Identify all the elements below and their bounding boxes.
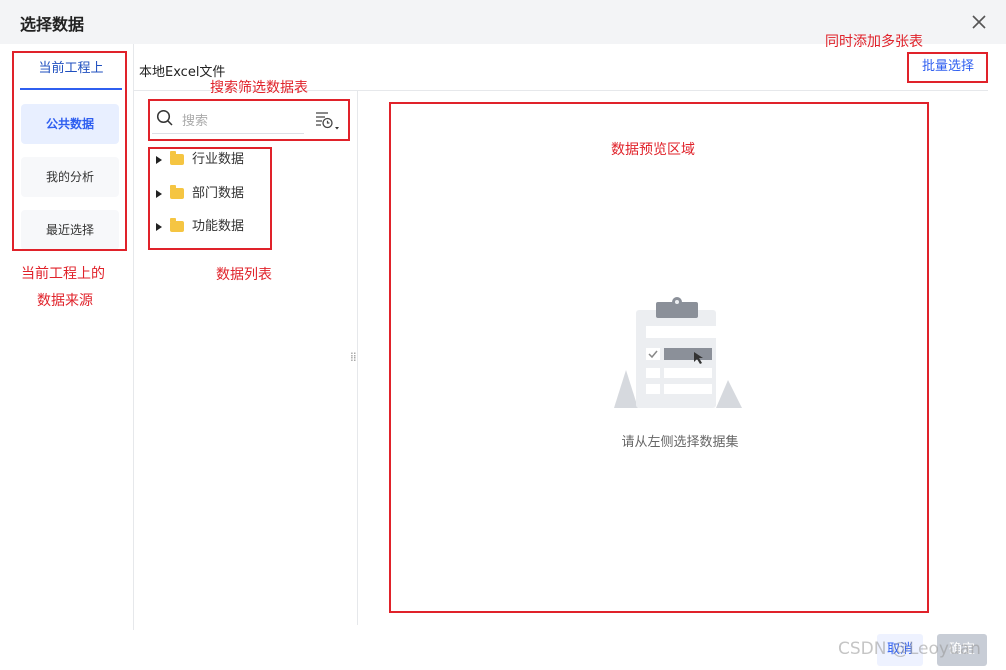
annotation-search: 搜索筛选数据表 [210,80,308,96]
annotation-preview: 数据预览区域 [611,142,695,158]
pane-divider [357,91,358,625]
annotation-list: 数据列表 [216,267,272,283]
annotation-box-search [148,99,350,141]
annotation-source-line2: 数据来源 [37,293,93,309]
annotation-box-sources [12,51,127,251]
annotation-source-line1: 当前工程上的 [21,266,105,282]
annotation-box-batch [907,52,988,83]
dialog-title: 选择数据 [20,15,85,34]
annotation-box-list [148,147,272,250]
close-icon[interactable] [968,11,990,33]
annotation-box-preview [389,102,929,613]
annotation-batch: 同时添加多张表 [825,34,923,50]
drag-handle-icon[interactable]: ⁞⁞ [350,350,357,364]
watermark: CSDN @Leoyuan [838,639,981,659]
